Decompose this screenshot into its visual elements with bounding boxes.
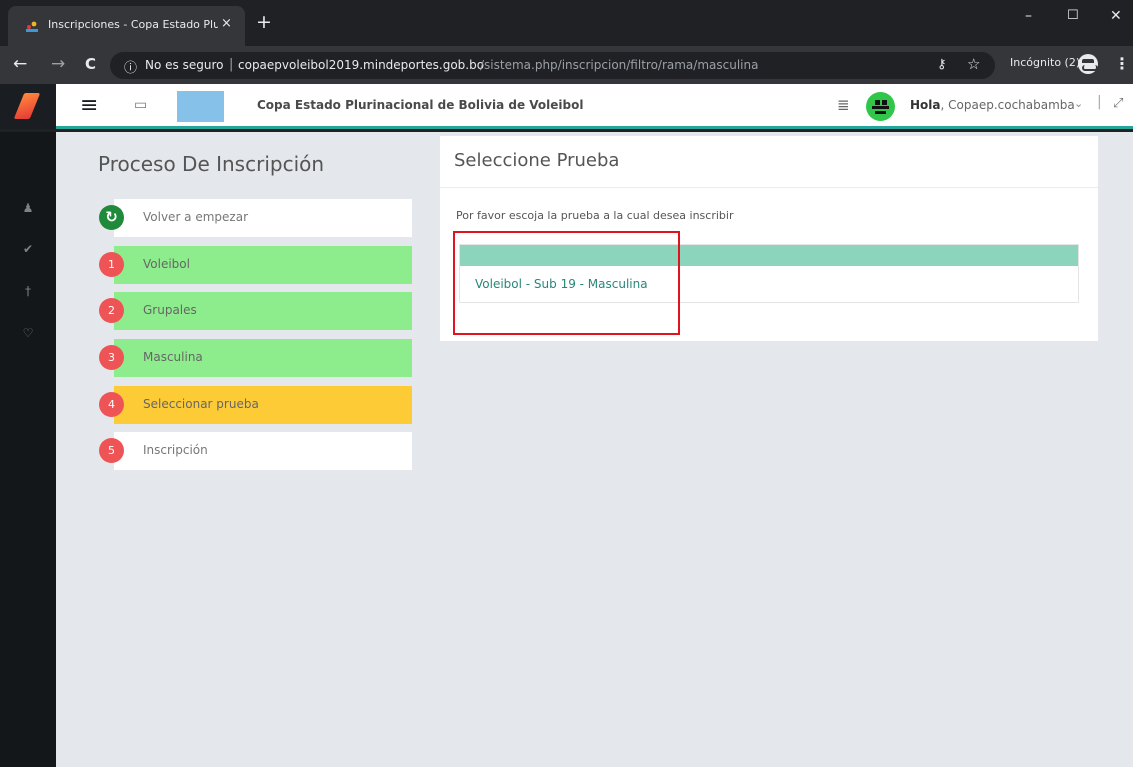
option-card-header <box>460 245 1078 266</box>
forward-icon[interactable]: → <box>51 54 65 74</box>
panel-divider <box>440 187 1098 188</box>
step-number: 4 <box>99 392 124 417</box>
icon-sidebar: ♟ ✔ † ♡ <box>0 132 56 767</box>
key-icon[interactable]: ⚷ <box>937 57 947 72</box>
url-separator: | <box>229 57 234 72</box>
hamburger-menu-icon[interactable]: ≡ <box>80 93 98 118</box>
security-status: No es seguro <box>145 58 224 72</box>
chevron-down-icon[interactable]: ⌄ <box>1074 97 1083 110</box>
back-icon[interactable]: ← <box>13 54 27 74</box>
logo-mark-icon <box>13 93 41 119</box>
browser-toolbar: ← → C ⓘ No es seguro | copaepvoleibol201… <box>0 46 1133 84</box>
step-label: Inscripción <box>143 443 208 457</box>
step-number: 2 <box>99 298 124 323</box>
step-label: Voleibol <box>143 257 190 271</box>
bookmark-star-icon[interactable]: ☆ <box>967 55 980 73</box>
header-image-placeholder <box>177 91 224 122</box>
main-content: Proceso De Inscripción Volver a empezar … <box>56 132 1133 767</box>
user-greeting[interactable]: Hola, Copaep.cochabamba <box>910 98 1075 112</box>
tab-title: Inscripciones - Copa Estado Pluri <box>48 18 218 31</box>
step-label: Grupales <box>143 303 197 317</box>
site-favicon-icon <box>26 21 38 32</box>
check-icon[interactable]: ✔ <box>0 242 56 256</box>
app-header: ≡ ▭ Copa Estado Plurinacional de Bolivia… <box>0 84 1133 129</box>
panel-title: Seleccione Prueba <box>454 150 620 171</box>
step-seleccionar-prueba[interactable]: Seleccionar prueba <box>114 386 412 424</box>
window-minimize-icon[interactable]: – <box>1025 8 1032 24</box>
steps-title: Proceso De Inscripción <box>98 152 325 176</box>
expand-icon[interactable]: ⤢ <box>1113 96 1123 111</box>
incognito-icon[interactable] <box>1078 54 1098 74</box>
browser-tab[interactable]: Inscripciones - Copa Estado Pluri × <box>8 6 245 46</box>
reload-icon[interactable]: C <box>85 55 96 73</box>
app-title: Copa Estado Plurinacional de Bolivia de … <box>257 98 584 112</box>
address-bar[interactable]: ⓘ No es seguro | copaepvoleibol2019.mind… <box>110 52 995 79</box>
step-number: 5 <box>99 438 124 463</box>
new-tab-icon[interactable]: + <box>256 13 272 32</box>
step-inscripcion[interactable]: Inscripción <box>114 432 412 470</box>
window-maximize-icon[interactable]: ☐ <box>1067 8 1079 23</box>
step-restart[interactable]: Volver a empezar <box>114 199 412 237</box>
url-path: /sistema.php/inscripcion/filtro/rama/mas… <box>480 58 759 72</box>
step-label: Seleccionar prueba <box>143 397 259 411</box>
step-masculina[interactable]: Masculina <box>114 339 412 377</box>
messages-icon[interactable]: ≣ <box>837 96 850 114</box>
laptop-icon[interactable]: ▭ <box>134 97 147 113</box>
shield-icon[interactable]: ♡ <box>0 326 56 340</box>
incognito-label[interactable]: Incógnito (2) <box>1010 56 1080 69</box>
step-voleibol[interactable]: Voleibol <box>114 246 412 284</box>
url-host: copaepvoleibol2019.mindeportes.gob.bo <box>238 58 485 72</box>
step-label: Masculina <box>143 350 203 364</box>
step-number: 1 <box>99 252 124 277</box>
test-option-link[interactable]: Voleibol - Sub 19 - Masculina <box>475 277 648 291</box>
header-divider: | <box>1097 94 1102 110</box>
window-close-icon[interactable]: ✕ <box>1110 8 1122 24</box>
app-logo[interactable] <box>0 84 56 129</box>
step-number: 3 <box>99 345 124 370</box>
avatar[interactable] <box>866 92 895 121</box>
panel-hint: Por favor escoja la prueba a la cual des… <box>456 209 734 222</box>
browser-menu-icon[interactable]: ⋮ <box>1114 54 1130 73</box>
greeting-user: , Copaep.cochabamba <box>940 98 1075 112</box>
greeting-prefix: Hola <box>910 98 941 112</box>
restart-icon[interactable]: ↻ <box>99 205 124 230</box>
tab-close-icon[interactable]: × <box>221 16 232 31</box>
test-option-card[interactable]: Voleibol - Sub 19 - Masculina <box>459 244 1079 303</box>
select-test-panel: Seleccione Prueba Por favor escoja la pr… <box>440 136 1098 341</box>
browser-tabstrip: Inscripciones - Copa Estado Pluri × + – … <box>0 0 1133 46</box>
trophy-icon[interactable]: † <box>0 284 56 298</box>
info-icon[interactable]: ⓘ <box>124 57 137 76</box>
user-icon[interactable]: ♟ <box>0 201 56 215</box>
step-grupales[interactable]: Grupales <box>114 292 412 330</box>
step-label: Volver a empezar <box>143 210 249 224</box>
